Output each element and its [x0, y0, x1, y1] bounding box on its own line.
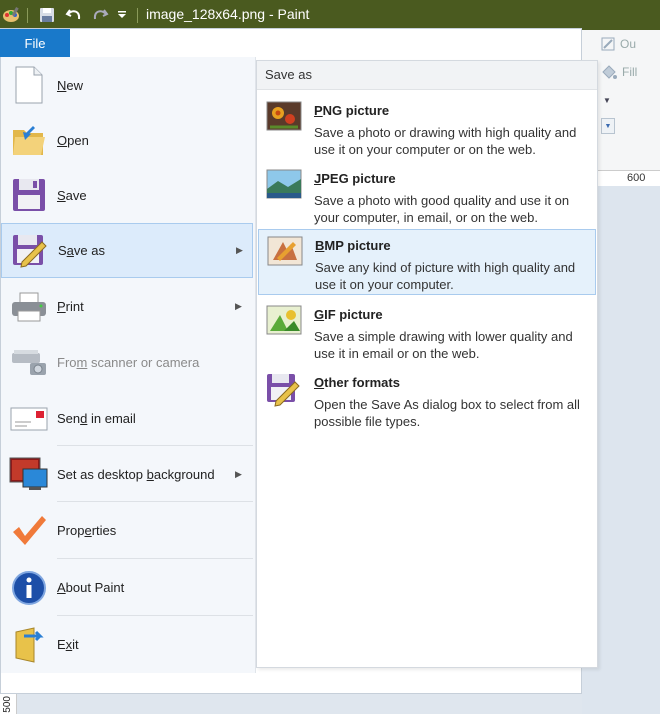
ruler-label: 500 [2, 696, 13, 713]
menu-item-label: New [57, 77, 84, 93]
save-disk-icon [9, 175, 49, 215]
save-as-jpeg[interactable]: JPEG picture Save a photo with good qual… [258, 163, 596, 229]
chevron-down-icon[interactable]: ▼ [603, 96, 611, 105]
gif-picture-icon [266, 305, 302, 337]
menu-item-open[interactable]: Open [1, 114, 253, 166]
email-icon [9, 399, 49, 439]
save-icon[interactable] [39, 7, 55, 23]
title-bar: image_128x64.png - Paint [0, 0, 660, 30]
menu-divider [57, 501, 253, 502]
printer-icon [9, 287, 49, 327]
save-as-other-formats[interactable]: Other formats Open the Save As dialog bo… [258, 367, 596, 433]
format-description: Open the Save As dialog box to select fr… [314, 397, 580, 429]
submenu-arrow-icon: ▶ [235, 301, 242, 311]
redo-icon[interactable] [91, 6, 109, 24]
menu-item-set-desktop-background[interactable]: Set as desktop background ▶ [1, 447, 253, 502]
menu-item-save[interactable]: Save [1, 169, 253, 221]
menu-item-exit[interactable]: Exit [1, 617, 253, 672]
save-as-bmp[interactable]: BMP picture Save any kind of picture wit… [258, 229, 596, 295]
file-menu-commands: New Open Save Save as ▶ Print ▶ From sca… [1, 57, 256, 673]
menu-item-label: Open [57, 132, 89, 148]
menu-item-send-email[interactable]: Send in email [1, 391, 253, 446]
submenu-title: Save as [265, 67, 312, 82]
menu-item-about[interactable]: About Paint [1, 560, 253, 615]
ruler-label: 600 [627, 172, 646, 184]
submenu-arrow-icon: ▶ [235, 469, 242, 479]
save-as-submenu: Save as PNG picture Save a photo or draw… [256, 60, 598, 668]
save-as-png[interactable]: PNG picture Save a photo or drawing with… [258, 95, 596, 161]
window-title: image_128x64.png - Paint [146, 6, 310, 22]
menu-item-label: Print [57, 299, 84, 314]
customize-toolbar-icon[interactable] [117, 10, 127, 20]
menu-item-label: From scanner or camera [57, 355, 200, 370]
menu-item-print[interactable]: Print ▶ [1, 279, 253, 334]
submenu-arrow-icon: ▶ [236, 245, 243, 255]
format-description: Save a photo or drawing with high qualit… [314, 125, 577, 157]
open-folder-icon [9, 120, 49, 160]
fill-button[interactable]: Fill [600, 64, 637, 80]
menu-divider [57, 558, 253, 559]
other-formats-icon [266, 373, 302, 407]
fill-label: Fill [622, 65, 638, 79]
desktop-background-icon [9, 455, 49, 495]
submenu-header: Save as [257, 61, 597, 90]
undo-icon[interactable] [65, 6, 83, 24]
menu-item-from-scanner[interactable]: From scanner or camera [1, 335, 253, 390]
jpeg-picture-icon [266, 169, 302, 201]
png-picture-icon [266, 101, 302, 133]
menu-item-label: Send in email [57, 411, 136, 426]
file-tab[interactable]: File [0, 29, 70, 57]
format-title: Other formats [314, 375, 400, 390]
menu-item-label: Set as desktop background [57, 467, 215, 482]
menu-divider [57, 615, 253, 616]
save-as-icon [10, 231, 50, 271]
format-description: Save a simple drawing with lower quality… [314, 329, 573, 361]
menu-item-new[interactable]: New [1, 59, 253, 111]
format-title: JPEG picture [314, 171, 396, 186]
scanner-camera-icon [9, 343, 49, 383]
menu-item-label: About Paint [57, 580, 125, 595]
format-title: PNG picture [314, 103, 390, 118]
menu-item-label: Exit [57, 637, 79, 652]
format-title: BMP picture [315, 238, 391, 253]
info-icon [9, 568, 49, 608]
new-document-icon [9, 65, 49, 105]
format-title: GIF picture [314, 307, 383, 322]
bmp-picture-icon [267, 236, 303, 268]
outline-label: Ou [620, 37, 637, 51]
menu-item-save-as[interactable]: Save as ▶ [1, 223, 253, 278]
toolbar-separator [137, 8, 138, 23]
checkmark-icon [9, 511, 49, 551]
gallery-more-icon[interactable]: ▼ [601, 118, 615, 134]
paint-app-icon[interactable] [2, 6, 20, 24]
outline-button[interactable]: Ou [600, 36, 636, 52]
menu-item-label: Save [57, 187, 87, 203]
format-description: Save a photo with good quality and use i… [314, 193, 570, 225]
toolbar-separator [27, 8, 28, 23]
menu-item-label: Save as [58, 243, 105, 258]
vertical-ruler: 500 [0, 694, 17, 714]
save-as-gif[interactable]: GIF picture Save a simple drawing with l… [258, 299, 596, 365]
format-description: Save any kind of picture with high quali… [315, 260, 576, 292]
menu-item-label: Properties [57, 523, 117, 538]
menu-divider [57, 445, 253, 446]
outline-icon [601, 37, 615, 51]
fill-icon [602, 65, 617, 79]
menu-item-properties[interactable]: Properties [1, 503, 253, 558]
exit-icon [9, 625, 49, 665]
